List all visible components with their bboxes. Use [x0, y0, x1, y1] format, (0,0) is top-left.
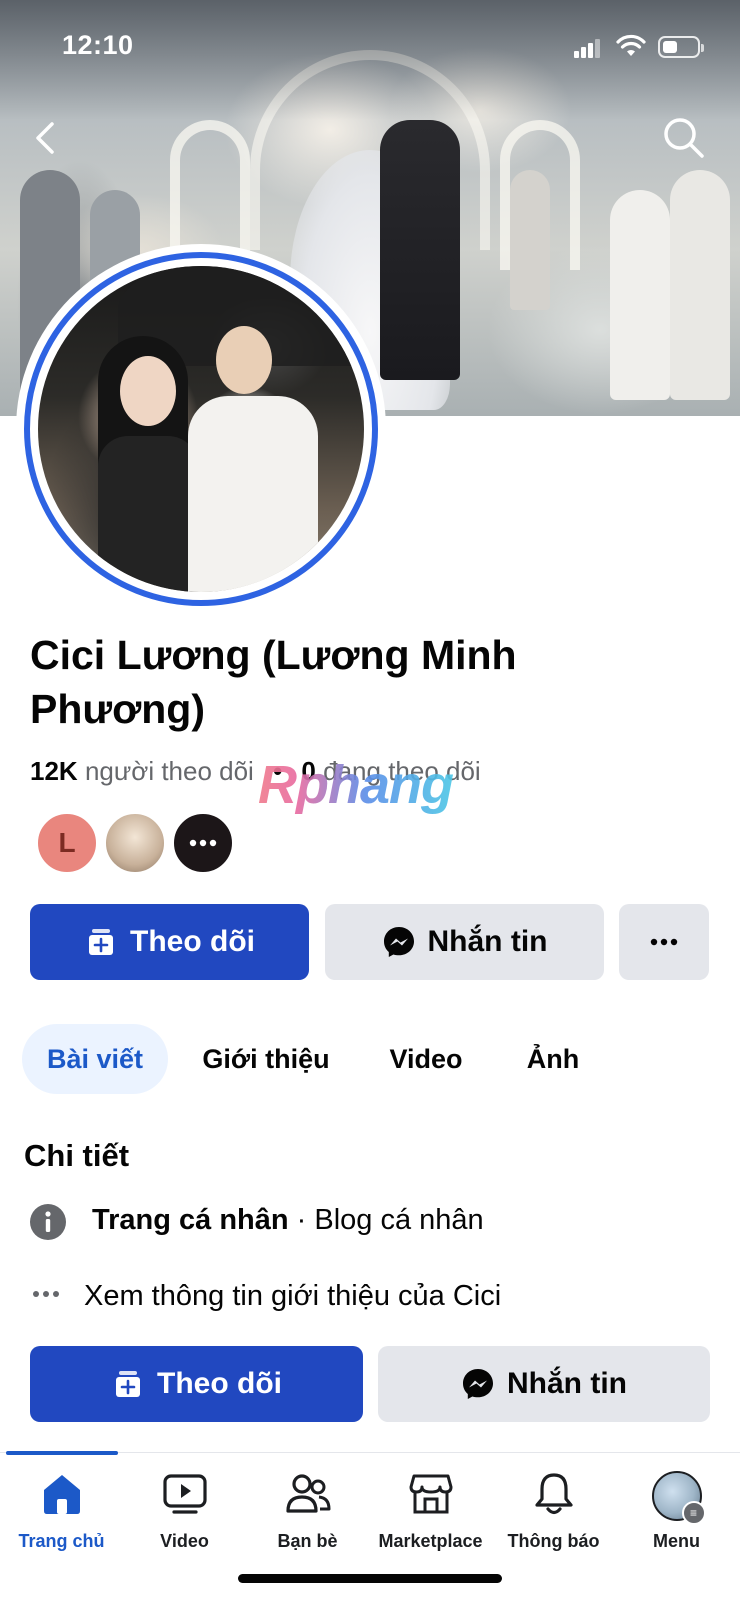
nav-active-indicator	[6, 1451, 118, 1455]
tab-about[interactable]: Giới thiệu	[186, 1024, 346, 1094]
tab-photos[interactable]: Ảnh	[504, 1024, 602, 1094]
more-dots-icon	[650, 938, 678, 946]
nav-friends[interactable]: Bạn bè	[246, 1471, 369, 1552]
follow-button-secondary[interactable]: Theo dõi	[30, 1346, 363, 1422]
wifi-icon	[616, 34, 646, 56]
mutual-more-avatar[interactable]	[172, 812, 234, 874]
search-icon[interactable]	[660, 114, 706, 160]
messenger-icon	[463, 1369, 493, 1399]
followers-count: 12K	[30, 756, 78, 786]
profile-avatar[interactable]	[16, 244, 386, 614]
home-icon	[43, 1475, 80, 1514]
profile-name: Cici Lương (Lương Minh Phương)	[30, 632, 517, 732]
nav-notifications[interactable]: Thông báo	[492, 1471, 615, 1552]
details-title: Chi tiết	[24, 1138, 130, 1173]
nav-video[interactable]: Video	[123, 1471, 246, 1552]
menu-avatar: ≡	[651, 1471, 706, 1525]
see-about-link[interactable]: Xem thông tin giới thiệu của Cici	[84, 1280, 501, 1313]
bell-icon	[534, 1473, 573, 1515]
battery-icon	[658, 36, 704, 58]
followers-label: người theo dõi	[84, 756, 254, 786]
follow-label: Theo dõi	[157, 1367, 282, 1400]
mutual-avatar[interactable]: L	[36, 812, 98, 874]
info-icon	[30, 1204, 66, 1240]
nav-menu[interactable]: ≡ Menu	[615, 1471, 738, 1552]
page-type-rest: · Blog cá nhân	[288, 1204, 484, 1236]
message-label: Nhắn tin	[427, 925, 548, 958]
page-type-bold: Trang cá nhân	[92, 1204, 289, 1236]
more-options-button[interactable]	[619, 904, 709, 980]
home-indicator	[238, 1574, 502, 1583]
messenger-icon	[383, 927, 414, 957]
profile-tabs: Bài viết Giới thiệu Video Ảnh	[22, 1024, 722, 1094]
mutual-avatar[interactable]	[104, 812, 166, 874]
follow-icon	[89, 929, 113, 955]
friends-icon	[285, 1474, 330, 1513]
nav-home[interactable]: Trang chủ	[0, 1471, 123, 1552]
back-icon[interactable]	[30, 118, 60, 158]
message-label: Nhắn tin	[507, 1367, 627, 1400]
follow-button[interactable]: Theo dõi	[30, 904, 309, 980]
nav-marketplace[interactable]: Marketplace	[369, 1471, 492, 1552]
message-button[interactable]: Nhắn tin	[325, 904, 604, 980]
menu-lines-icon: ≡	[681, 1501, 706, 1525]
watermark-logo: Rphang	[258, 755, 454, 815]
video-icon	[162, 1474, 207, 1514]
tab-video[interactable]: Video	[372, 1024, 480, 1094]
status-bar: 12:10	[0, 0, 740, 90]
more-dots-icon	[189, 839, 217, 847]
more-dots-icon	[33, 1291, 59, 1297]
follow-label: Theo dõi	[130, 925, 255, 958]
message-button-secondary[interactable]: Nhắn tin	[378, 1346, 710, 1422]
signal-icon	[574, 38, 600, 58]
status-time: 12:10	[62, 30, 134, 60]
tab-posts[interactable]: Bài viết	[22, 1024, 168, 1094]
follow-icon	[116, 1371, 140, 1397]
marketplace-icon	[409, 1474, 452, 1514]
